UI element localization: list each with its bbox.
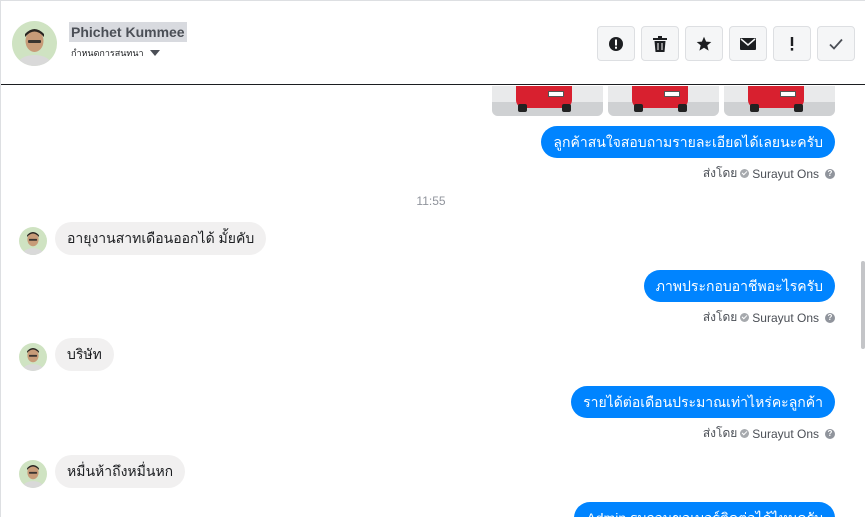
contact-avatar[interactable]	[12, 21, 57, 66]
conversation-window: Phichet Kummee กำหนดการสนทนา ลูกค้าสนใจส…	[0, 0, 865, 517]
scrollbar-track[interactable]	[860, 86, 865, 517]
message-thread[interactable]: ลูกค้าสนใจสอบถามรายละเอียดได้เลยนะครับ ส…	[1, 86, 861, 517]
image-thumbnail[interactable]	[492, 86, 603, 116]
outgoing-message[interactable]: ลูกค้าสนใจสอบถามรายละเอียดได้เลยนะครับ	[541, 126, 835, 158]
sent-by-label: ส่งโดย	[702, 310, 738, 324]
conversation-header: Phichet Kummee กำหนดการสนทนา	[1, 1, 865, 85]
spam-button[interactable]	[773, 26, 811, 61]
incoming-message[interactable]: อายุงานสาทเดือนออกได้ มั้ยคับ	[55, 222, 267, 255]
envelope-icon	[740, 37, 756, 50]
contact-avatar-small[interactable]	[19, 227, 47, 255]
scrollbar-thumb[interactable]	[861, 261, 865, 349]
conversation-actions	[597, 26, 855, 61]
image-thumbnail[interactable]	[608, 86, 719, 116]
agent-name[interactable]: Surayut Ons	[752, 427, 819, 441]
checkmark-icon	[829, 38, 843, 50]
verified-icon	[740, 313, 750, 322]
sent-by-label: ส่งโดย	[702, 166, 738, 180]
contact-avatar-small[interactable]	[19, 460, 47, 488]
mark-done-button[interactable]	[817, 26, 855, 61]
time-separator: 11:55	[416, 194, 446, 208]
sent-by-info: ส่งโดย Surayut Ons ?	[703, 164, 835, 183]
help-icon[interactable]: ?	[825, 428, 835, 439]
verified-icon	[740, 429, 750, 438]
report-icon	[609, 36, 623, 51]
chevron-down-icon	[149, 50, 160, 56]
agent-name[interactable]: Surayut Ons	[752, 167, 819, 181]
star-icon	[696, 36, 712, 51]
trash-icon	[653, 35, 667, 52]
report-button[interactable]	[597, 26, 635, 61]
contact-name[interactable]: Phichet Kummee	[69, 22, 187, 42]
outgoing-message[interactable]: ภาพประกอบอาชีพอะไรครับ	[643, 270, 835, 302]
agent-name[interactable]: Surayut Ons	[752, 311, 819, 325]
exclamation-icon	[790, 36, 794, 51]
mark-unread-button[interactable]	[729, 26, 767, 61]
incoming-message[interactable]: บริษัท	[55, 338, 114, 371]
outgoing-message[interactable]: Admin รบกวนขอเบอร์ติดต่อได้ไหมครับ	[574, 502, 835, 517]
image-attachments	[492, 86, 835, 116]
star-button[interactable]	[685, 26, 723, 61]
outgoing-message[interactable]: รายได้ต่อเดือนประมาณเท่าไหร่คะลูกค้า	[571, 386, 835, 418]
sent-by-info: ส่งโดย Surayut Ons ?	[703, 308, 835, 327]
sent-by-label: ส่งโดย	[702, 426, 738, 440]
help-icon[interactable]: ?	[825, 168, 835, 179]
sent-by-info: ส่งโดย Surayut Ons ?	[703, 424, 835, 443]
conversation-status-dropdown[interactable]: กำหนดการสนทนา	[71, 46, 160, 60]
image-thumbnail[interactable]	[724, 86, 835, 116]
contact-avatar-small[interactable]	[19, 343, 47, 371]
help-icon[interactable]: ?	[825, 312, 835, 323]
verified-icon	[740, 169, 750, 178]
conversation-status-label: กำหนดการสนทนา	[71, 48, 144, 58]
incoming-message[interactable]: หมื่นห้าถึงหมื่นหก	[55, 455, 186, 488]
delete-button[interactable]	[641, 26, 679, 61]
